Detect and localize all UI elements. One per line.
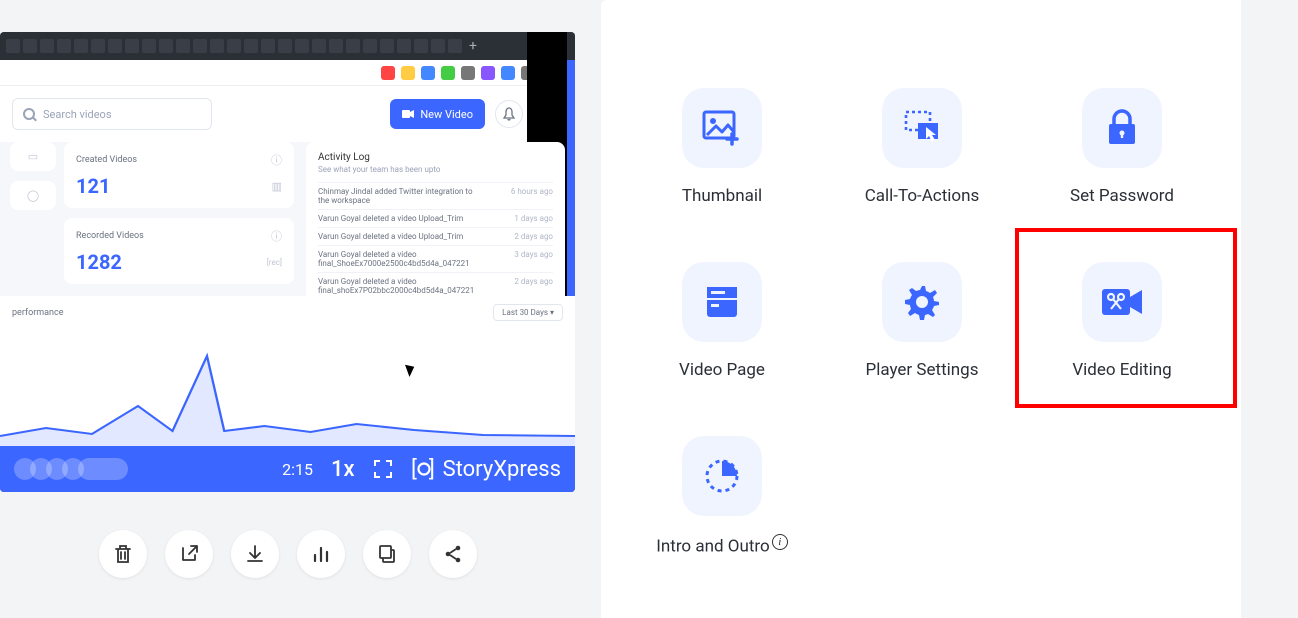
- activity-subtitle: See what your team has been upto: [318, 165, 553, 174]
- copy-button[interactable]: [363, 530, 411, 578]
- chart-title: performance: [12, 308, 64, 318]
- option-label: Video Page: [679, 360, 765, 380]
- video-edit-icon: [1100, 285, 1144, 319]
- info-icon: ⓘ: [271, 228, 282, 244]
- stat-label: Created Videos: [76, 155, 137, 165]
- stat-value: 1282: [76, 250, 122, 274]
- gear-icon: [902, 282, 942, 322]
- cta-icon: [902, 109, 942, 147]
- open-external-button[interactable]: [165, 530, 213, 578]
- log-row: Varun Goyal deleted a video final_ShoeEx…: [318, 245, 553, 272]
- video-action-row: [0, 530, 575, 578]
- share-button[interactable]: [429, 530, 477, 578]
- notification-icon: [495, 100, 523, 128]
- new-tab-icon: +: [469, 38, 477, 54]
- option-password[interactable]: Set Password: [1037, 88, 1207, 206]
- performance-chart: performance Last 30 Days ▾: [0, 296, 575, 446]
- log-row: Chinmay Jindal added Twitter integration…: [318, 182, 553, 209]
- bar-chart-icon: ▥: [272, 180, 282, 193]
- svg-text:]: ]: [429, 457, 435, 482]
- video-time: 2:15: [282, 460, 313, 479]
- stat-label: Recorded Videos: [76, 231, 144, 241]
- reaction-pills[interactable]: [14, 458, 122, 480]
- option-label: Call-To-Actions: [865, 186, 980, 206]
- stat-value: 121: [76, 174, 110, 198]
- log-row: Varun Goyal deleted a video Upload_Trim1…: [318, 209, 553, 227]
- option-video-editing[interactable]: Video Editing: [1037, 262, 1207, 380]
- stat-card-recorded: Recorded Videos ⓘ 1282 [rec]: [64, 218, 294, 284]
- recorded-app-topbar: Search videos New Video: [0, 86, 575, 142]
- storyxpress-logo: [] StoryXpress: [411, 456, 561, 482]
- option-label: Video Editing: [1072, 360, 1171, 380]
- page-icon: [703, 283, 741, 321]
- side-metric-tile: ◯: [10, 181, 56, 210]
- video-player-bar[interactable]: 2:15 1x [] StoryXpress: [0, 446, 575, 492]
- fullscreen-icon[interactable]: [373, 459, 393, 479]
- video-speed[interactable]: 1x: [331, 457, 355, 482]
- option-label: Set Password: [1070, 186, 1174, 206]
- info-icon[interactable]: i: [772, 534, 788, 550]
- option-label: Thumbnail: [682, 186, 762, 206]
- record-icon: [rec]: [267, 258, 282, 267]
- video-preview[interactable]: + Search videos New Video: [0, 32, 575, 492]
- intro-outro-icon: [702, 456, 742, 496]
- new-video-button: New Video: [390, 99, 485, 129]
- delete-button[interactable]: [99, 530, 147, 578]
- browser-tab-strip: +: [0, 32, 575, 60]
- log-row: Varun Goyal deleted a video final_shoEx7…: [318, 272, 553, 299]
- option-video-page[interactable]: Video Page: [637, 262, 807, 380]
- search-placeholder: Search videos: [43, 108, 112, 121]
- search-icon: [23, 108, 35, 120]
- option-thumbnail[interactable]: Thumbnail: [637, 88, 807, 206]
- activity-title: Activity Log: [318, 152, 553, 163]
- browser-toolbar: [0, 60, 575, 86]
- side-metric-tile: ▭: [10, 142, 56, 171]
- option-player-settings[interactable]: Player Settings: [837, 262, 1007, 380]
- options-panel: Thumbnail Call-To-Actions: [601, 0, 1241, 618]
- range-dropdown: Last 30 Days ▾: [493, 304, 563, 321]
- info-icon: ⓘ: [271, 152, 282, 168]
- new-video-label: New Video: [420, 108, 473, 121]
- search-input: Search videos: [12, 98, 212, 130]
- option-intro-outro[interactable]: Intro and Outroi: [637, 436, 807, 557]
- svg-text:[: [: [411, 457, 417, 482]
- log-row: Varun Goyal deleted a video Upload_Trim2…: [318, 227, 553, 245]
- option-label: Player Settings: [866, 360, 979, 380]
- video-frame: + Search videos New Video: [0, 32, 575, 446]
- stat-card-created: Created Videos ⓘ 121 ▥: [64, 142, 294, 208]
- option-cta[interactable]: Call-To-Actions: [837, 88, 1007, 206]
- option-label: Intro and Outroi: [656, 534, 787, 557]
- image-plus-icon: [702, 110, 742, 146]
- brand-label: StoryXpress: [443, 457, 561, 482]
- analytics-button[interactable]: [297, 530, 345, 578]
- cursor-icon: [407, 363, 419, 379]
- lock-icon: [1102, 108, 1142, 148]
- download-button[interactable]: [231, 530, 279, 578]
